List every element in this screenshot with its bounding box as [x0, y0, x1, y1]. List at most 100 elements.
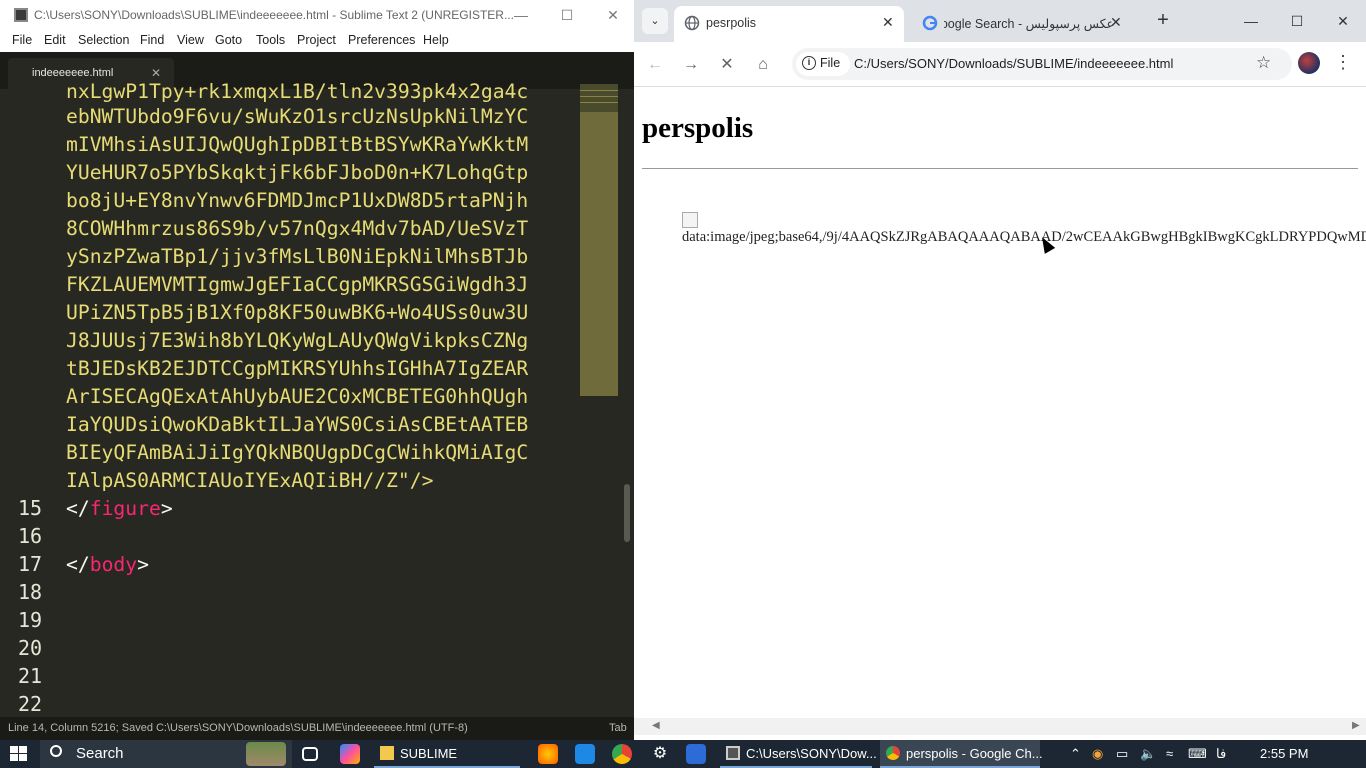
mail-icon[interactable]	[575, 744, 595, 764]
taskbar-item-chrome-window[interactable]: perspolis - Google Ch...	[880, 740, 1043, 768]
globe-icon	[684, 15, 700, 31]
google-icon	[922, 15, 938, 31]
forward-icon[interactable]: →	[680, 54, 702, 76]
chevron-up-icon[interactable]: ⌃	[1070, 746, 1081, 762]
minimize-button[interactable]: —	[498, 0, 544, 30]
code-punctuation: </	[66, 553, 90, 576]
sublime-window-title: C:\Users\SONY\Downloads\SUBLIME\indeeeee…	[34, 8, 514, 22]
back-icon[interactable]: ←	[644, 54, 666, 76]
menu-tools[interactable]: Tools	[256, 33, 285, 47]
sublime-app-icon	[14, 8, 28, 22]
url-text[interactable]: C:/Users/SONY/Downloads/SUBLIME/indeeeee…	[854, 56, 1173, 71]
code-line: mIVMhsiAsUIJQwQUghIpDBItBtBSYwKRaYwKktM	[66, 133, 529, 156]
volume-icon[interactable]: 🔈	[1140, 746, 1156, 762]
taskbar-search[interactable]: Search	[40, 740, 292, 768]
tab-search-button[interactable]: ⌄	[642, 8, 668, 34]
menu-selection[interactable]: Selection	[78, 33, 129, 47]
code-line: IAlpAS0ARMCIAUoIYExAQIiBH//Z"/>	[66, 467, 433, 495]
code-line: ArISECAgQExAtAhUybAUE2C0xMCBETEG0hhQUgh	[66, 385, 529, 408]
taskbar-item-sublime-folder[interactable]: SUBLIME	[374, 740, 520, 768]
sublime-title-bar[interactable]: C:\Users\SONY\Downloads\SUBLIME\indeeeee…	[0, 0, 634, 30]
bookmark-star-icon[interactable]: ☆	[1256, 53, 1271, 73]
tab-google-search[interactable]: عکس پرسپولیس - Google Search ✕	[912, 6, 1136, 42]
taskbar-item-label: SUBLIME	[400, 746, 458, 761]
app-tray-icon[interactable]: ◉	[1092, 746, 1103, 762]
tab-pesrpolis[interactable]: pesrpolis ✕	[674, 6, 904, 42]
task-view-icon[interactable]	[302, 747, 318, 761]
clock-time[interactable]: 2:55 PM	[1260, 746, 1308, 761]
taskbar-item-sublime-window[interactable]: C:\Users\SONY\Dow...	[720, 740, 877, 768]
line-number: 17	[18, 552, 43, 576]
keyboard-icon[interactable]: ⌨	[1188, 746, 1207, 762]
site-info-chip[interactable]: i File	[796, 52, 850, 76]
indentation-indicator[interactable]: Tab	[609, 722, 627, 734]
browser-toolbar: ← → ✕ ⌂ i File C:/Users/SONY/Downloads/S…	[634, 42, 1366, 87]
broken-image: data:image/jpeg;base64,/9j/4AAQSkZJRgABA…	[682, 212, 1366, 246]
tab-label: pesrpolis	[706, 16, 757, 30]
input-language[interactable]: فا	[1216, 746, 1226, 762]
menu-find[interactable]: Find	[140, 33, 164, 47]
menu-icon[interactable]: ⋮	[1334, 52, 1352, 73]
code-line: nxLgwP1Tpy+rk1xmqxL1B/tln2v393pk4x2ga4c	[66, 80, 529, 103]
taskbar: Search SUBLIME ⚙ C:\Users\SONY\Dow... pe…	[0, 740, 1366, 768]
menu-edit[interactable]: Edit	[44, 33, 66, 47]
minimize-button[interactable]: —	[1228, 6, 1274, 36]
line-number: 22	[18, 692, 43, 716]
code-punctuation: >	[160, 497, 173, 520]
address-bar[interactable]: i File C:/Users/SONY/Downloads/SUBLIME/i…	[792, 48, 1292, 80]
battery-icon[interactable]: ▭	[1116, 746, 1128, 762]
scroll-left-icon[interactable]: ◀	[652, 720, 660, 731]
menu-view[interactable]: View	[177, 33, 204, 47]
code-editor[interactable]: nxLgwP1Tpy+rk1xmqxL1B/tln2v393pk4x2ga4c …	[66, 78, 578, 718]
sublime-icon	[726, 746, 740, 760]
settings-icon[interactable]: ⚙	[650, 744, 670, 764]
info-icon: i	[802, 56, 816, 70]
horizontal-scrollbar[interactable]: ◀ ▶	[634, 718, 1366, 735]
windows-start-icon[interactable]	[10, 746, 28, 762]
close-button[interactable]: ✕	[1320, 6, 1366, 36]
tab-strip: ⌄ pesrpolis ✕ عکس پرسپولیس - Google Sear…	[634, 0, 1366, 42]
sublime-window: C:\Users\SONY\Downloads\SUBLIME\indeeeee…	[0, 0, 634, 740]
menu-preferences[interactable]: Preferences	[348, 33, 415, 47]
minimap-viewport[interactable]	[580, 112, 618, 396]
close-icon[interactable]: ✕	[882, 14, 894, 31]
line-number: 16	[18, 524, 43, 548]
line-number-gutter: 15 16 17 18 19 20 21 22	[0, 80, 62, 716]
chrome-window: ⌄ pesrpolis ✕ عکس پرسپولیس - Google Sear…	[634, 0, 1366, 740]
taskbar-item-label: perspolis - Google Ch...	[906, 746, 1043, 761]
system-tray: ⌃ ◉ ▭ 🔈 ≈ ⌨ فا 2:55 PM	[1062, 740, 1362, 768]
code-tag: body	[89, 553, 138, 576]
search-icon	[50, 745, 62, 757]
chrome-icon[interactable]	[612, 744, 632, 764]
firefox-icon[interactable]	[538, 744, 558, 764]
close-icon[interactable]: ✕	[1110, 14, 1122, 31]
status-text: Line 14, Column 5216; Saved C:\Users\SON…	[8, 722, 468, 734]
code-line: 8COWHhmrzus86S9b/v57nQgx4Mdv7bAD/UeSVzT	[66, 217, 529, 240]
scroll-right-icon[interactable]: ▶	[1352, 720, 1360, 731]
code-line: J8JUUsj7E3Wih8bYLQKyWgLAUyQWgVikpksCZNg	[66, 329, 529, 352]
minimap[interactable]	[580, 84, 618, 396]
network-icon[interactable]: ≈	[1166, 746, 1173, 761]
code-punctuation: </	[66, 497, 90, 520]
line-number: 18	[18, 580, 43, 604]
code-line: BIEyQFAmBAiJiIgYQkNBQUgpDCgCWihkQMiAIgC	[66, 441, 529, 464]
store-icon[interactable]	[686, 744, 706, 764]
home-icon[interactable]: ⌂	[752, 54, 774, 76]
code-line-17: </body>	[66, 551, 149, 579]
profile-avatar[interactable]	[1298, 52, 1320, 74]
sublime-menu-bar: File Edit Selection Find View Goto Tools…	[0, 30, 634, 52]
line-number: 19	[18, 608, 43, 632]
maximize-button[interactable]: ☐	[1274, 6, 1320, 36]
stop-loading-icon[interactable]: ✕	[716, 54, 738, 76]
menu-file[interactable]: File	[12, 33, 32, 47]
maximize-button[interactable]: ☐	[544, 0, 590, 30]
menu-project[interactable]: Project	[297, 33, 336, 47]
close-button[interactable]: ✕	[590, 0, 636, 30]
copilot-icon[interactable]	[340, 744, 360, 764]
vertical-scrollbar[interactable]	[624, 484, 630, 542]
new-tab-button[interactable]: +	[1150, 8, 1176, 34]
menu-help[interactable]: Help	[423, 33, 449, 47]
code-line: IaYQUDsiQwoKDaBktILJaYWS0CsiAsCBEtAATEB	[66, 413, 529, 436]
code-line: bo8jU+EY8nvYnwv6FDMDJmcP1UxDW8D5rtaPNjh	[66, 189, 529, 212]
menu-goto[interactable]: Goto	[215, 33, 242, 47]
